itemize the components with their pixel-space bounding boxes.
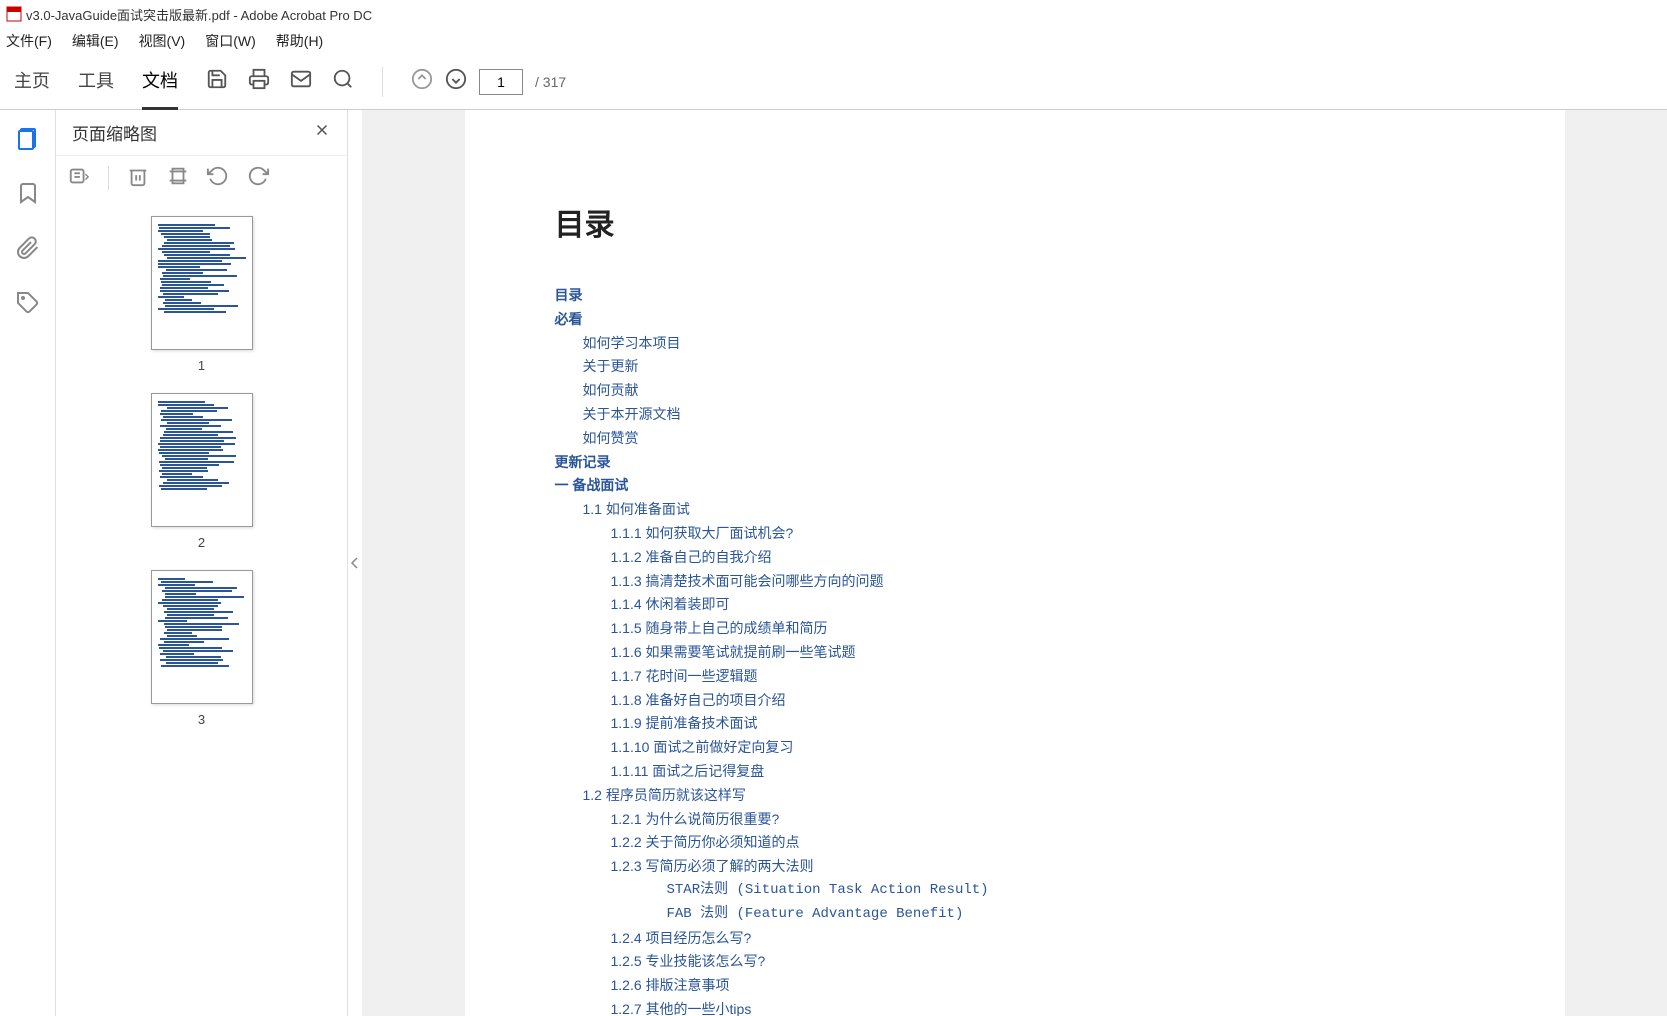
toolbar: 主页 工具 文档 / 317 bbox=[0, 54, 1667, 110]
pdf-icon bbox=[6, 6, 22, 22]
thumbnail-item[interactable]: 2 bbox=[56, 393, 347, 550]
toc-link[interactable]: 1.1.8 准备好自己的项目介绍 bbox=[611, 689, 1475, 713]
bookmark-icon[interactable] bbox=[16, 181, 40, 210]
toc-link[interactable]: 1.2.3 写简历必须了解的两大法则 bbox=[611, 855, 1475, 879]
thumbnail-page[interactable] bbox=[151, 570, 253, 704]
page-heading: 目录 bbox=[555, 200, 1475, 244]
crop-icon[interactable] bbox=[167, 165, 189, 192]
toc-link[interactable]: 1.1.7 花时间一些逻辑题 bbox=[611, 665, 1475, 689]
mail-icon[interactable] bbox=[290, 68, 312, 95]
thumbnail-label: 3 bbox=[198, 712, 205, 727]
rotate-right-icon[interactable] bbox=[247, 165, 269, 192]
thumbnail-page[interactable] bbox=[151, 216, 253, 350]
print-icon[interactable] bbox=[248, 68, 270, 95]
toc-link[interactable]: 1.2.6 排版注意事项 bbox=[611, 974, 1475, 998]
toc-link[interactable]: 1.2 程序员简历就该这样写 bbox=[583, 784, 1475, 808]
menu-edit[interactable]: 编辑(E) bbox=[72, 31, 119, 51]
tab-tools[interactable]: 工具 bbox=[78, 53, 114, 110]
main: 页面缩略图 123 目录 目录必看如何学习本项目关于更新如何贡献关于本开源文档如… bbox=[0, 110, 1667, 1016]
menu-file[interactable]: 文件(F) bbox=[6, 31, 52, 51]
page-total: / 317 bbox=[535, 74, 566, 90]
toc-link[interactable]: 1.2.4 项目经历怎么写? bbox=[611, 927, 1475, 951]
attachment-icon[interactable] bbox=[16, 236, 40, 265]
delete-icon[interactable] bbox=[127, 165, 149, 192]
collapse-handle[interactable] bbox=[348, 110, 362, 1016]
menu-help[interactable]: 帮助(H) bbox=[276, 31, 323, 51]
page-view: 目录 目录必看如何学习本项目关于更新如何贡献关于本开源文档如何赞赏更新记录一 备… bbox=[465, 110, 1565, 1016]
toc-link[interactable]: 1.1.1 如何获取大厂面试机会? bbox=[611, 522, 1475, 546]
toc-link[interactable]: 1.1.10 面试之前做好定向复习 bbox=[611, 736, 1475, 760]
page-number-input[interactable] bbox=[479, 69, 523, 95]
toc-link[interactable]: 关于更新 bbox=[583, 355, 1475, 379]
thumbnail-item[interactable]: 3 bbox=[56, 570, 347, 727]
toc-link[interactable]: 1.1.9 提前准备技术面试 bbox=[611, 712, 1475, 736]
page-up-icon[interactable] bbox=[411, 68, 433, 95]
side-rail bbox=[0, 110, 56, 1016]
tab-home[interactable]: 主页 bbox=[14, 53, 50, 110]
thumbnail-header: 页面缩略图 bbox=[56, 110, 347, 156]
toc-link[interactable]: 更新记录 bbox=[555, 451, 1475, 475]
tab-group: 主页 工具 文档 bbox=[14, 53, 178, 110]
toc-link[interactable]: 1.1.11 面试之后记得复盘 bbox=[611, 760, 1475, 784]
toc-link[interactable]: 1.1.5 随身带上自己的成绩单和简历 bbox=[611, 617, 1475, 641]
toc-link[interactable]: 如何赞赏 bbox=[583, 427, 1475, 451]
document-area[interactable]: 目录 目录必看如何学习本项目关于更新如何贡献关于本开源文档如何赞赏更新记录一 备… bbox=[362, 110, 1667, 1016]
thumbnail-label: 1 bbox=[198, 358, 205, 373]
toc-link[interactable]: 如何贡献 bbox=[583, 379, 1475, 403]
toc-link[interactable]: STAR法则 (Situation Task Action Result) bbox=[667, 879, 1475, 903]
table-of-contents: 目录必看如何学习本项目关于更新如何贡献关于本开源文档如何赞赏更新记录一 备战面试… bbox=[555, 284, 1475, 1016]
rotate-left-icon[interactable] bbox=[207, 165, 229, 192]
thumb-divider bbox=[108, 166, 109, 190]
menu-bar: 文件(F) 编辑(E) 视图(V) 窗口(W) 帮助(H) bbox=[0, 28, 1667, 54]
toc-link[interactable]: 1.1.4 休闲着装即可 bbox=[611, 593, 1475, 617]
tab-document[interactable]: 文档 bbox=[142, 53, 178, 110]
options-icon[interactable] bbox=[68, 165, 90, 192]
toc-link[interactable]: 1.1.3 搞清楚技术面可能会问哪些方向的问题 bbox=[611, 570, 1475, 594]
search-icon[interactable] bbox=[332, 68, 354, 95]
toc-link[interactable]: 1.1.2 准备自己的自我介绍 bbox=[611, 546, 1475, 570]
toc-link[interactable]: FAB 法则 (Feature Advantage Benefit) bbox=[667, 903, 1475, 927]
page-down-icon[interactable] bbox=[445, 68, 467, 95]
toc-link[interactable]: 一 备战面试 bbox=[555, 474, 1475, 498]
toc-link[interactable]: 1.1.6 如果需要笔试就提前刷一些笔试题 bbox=[611, 641, 1475, 665]
title-bar: v3.0-JavaGuide面试突击版最新.pdf - Adobe Acroba… bbox=[0, 0, 1667, 28]
thumbnail-item[interactable]: 1 bbox=[56, 216, 347, 373]
save-icon[interactable] bbox=[206, 68, 228, 95]
toc-link[interactable]: 目录 bbox=[555, 284, 1475, 308]
page-nav: / 317 bbox=[411, 68, 566, 95]
thumbnail-title: 页面缩略图 bbox=[72, 120, 157, 145]
tag-icon[interactable] bbox=[16, 291, 40, 320]
thumbnail-panel: 页面缩略图 1 2 3 bbox=[56, 110, 348, 1016]
thumbnails-icon[interactable] bbox=[16, 126, 40, 155]
thumbnail-label: 2 bbox=[198, 535, 205, 550]
toc-link[interactable]: 1.2.7 其他的一些小tips bbox=[611, 998, 1475, 1016]
toc-link[interactable]: 1.2.2 关于简历你必须知道的点 bbox=[611, 831, 1475, 855]
close-icon[interactable] bbox=[313, 121, 331, 144]
menu-window[interactable]: 窗口(W) bbox=[205, 31, 256, 51]
toc-link[interactable]: 1.2.1 为什么说简历很重要? bbox=[611, 808, 1475, 832]
thumbnail-list[interactable]: 1 2 3 bbox=[56, 200, 347, 1016]
toolbar-divider bbox=[382, 67, 383, 97]
thumbnail-tools bbox=[56, 156, 347, 200]
toc-link[interactable]: 关于本开源文档 bbox=[583, 403, 1475, 427]
toc-link[interactable]: 1.1 如何准备面试 bbox=[583, 498, 1475, 522]
toc-link[interactable]: 1.2.5 专业技能该怎么写? bbox=[611, 950, 1475, 974]
toc-link[interactable]: 如何学习本项目 bbox=[583, 332, 1475, 356]
window-title: v3.0-JavaGuide面试突击版最新.pdf - Adobe Acroba… bbox=[26, 5, 372, 24]
menu-view[interactable]: 视图(V) bbox=[139, 31, 186, 51]
thumbnail-page[interactable] bbox=[151, 393, 253, 527]
toolbar-icons bbox=[206, 68, 354, 95]
toc-link[interactable]: 必看 bbox=[555, 308, 1475, 332]
